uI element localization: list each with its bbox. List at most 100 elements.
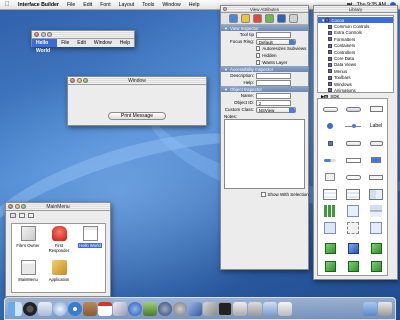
minimize-button[interactable] (40, 32, 46, 37)
push-button-object[interactable] (320, 102, 340, 116)
folder-icon[interactable] (363, 301, 377, 316)
library-titlebar[interactable]: Library (314, 6, 397, 13)
xcode-icon[interactable] (188, 301, 202, 316)
icon-view-button[interactable] (10, 213, 16, 218)
menu-font[interactable]: Font (96, 2, 114, 8)
dictionary-controller-object[interactable] (320, 259, 340, 273)
doc-item-files-owner[interactable]: File's Owner (14, 226, 42, 256)
terminal-icon[interactable] (218, 301, 232, 316)
table-view-object[interactable] (320, 187, 340, 201)
system-preferences-icon[interactable] (173, 301, 187, 316)
outline-view-object[interactable] (343, 187, 363, 201)
browser-object[interactable] (366, 187, 386, 201)
close-button[interactable] (34, 32, 39, 37)
autoresizes-checkbox[interactable]: Autoresizes Subviews (255, 46, 306, 51)
tree-controller-object[interactable] (366, 241, 386, 255)
box-object[interactable] (320, 170, 340, 184)
effects-tab-icon[interactable] (241, 14, 250, 23)
message-window-titlebar[interactable]: Window (68, 77, 206, 85)
zoom-button[interactable] (47, 32, 52, 37)
scroll-view-object[interactable] (366, 221, 386, 235)
attributes-tab-icon[interactable] (229, 14, 238, 23)
close-button[interactable] (223, 7, 227, 11)
doc-item-application[interactable]: Application (45, 260, 73, 290)
close-button[interactable] (70, 78, 75, 83)
custom-view-object[interactable] (343, 221, 363, 235)
zoom-button[interactable] (83, 78, 88, 83)
trash-icon[interactable] (378, 301, 392, 316)
search-field-object[interactable] (343, 170, 363, 184)
safari-icon[interactable] (68, 301, 82, 316)
zoom-button[interactable] (21, 204, 26, 209)
menu-item-hello-world[interactable]: Hello World (32, 39, 58, 54)
name-field[interactable] (255, 92, 291, 99)
object-id-field[interactable]: 2 (255, 99, 291, 106)
label-object[interactable]: Label (366, 119, 386, 133)
doc-item-mainmenu[interactable]: MainMenu (14, 260, 42, 290)
rounded-button-object[interactable] (343, 102, 363, 116)
doc-item-hello-world[interactable]: Hello World (76, 226, 104, 256)
hidden-checkbox[interactable]: Hidden (255, 53, 277, 58)
date-picker-object[interactable] (366, 170, 386, 184)
menu-item-window[interactable]: Window (90, 40, 116, 46)
menu-edit[interactable]: Edit (79, 2, 96, 8)
menu-file[interactable]: File (63, 2, 79, 8)
interface-builder-icon[interactable] (203, 301, 217, 316)
itunes-icon[interactable] (128, 301, 142, 316)
menu-item-edit[interactable]: Edit (73, 40, 90, 46)
round-button-object[interactable] (320, 119, 340, 133)
menu-tools[interactable]: Tools (138, 2, 158, 8)
list-view-button[interactable] (19, 213, 25, 218)
address-book-icon[interactable] (83, 301, 97, 316)
minimize-button[interactable] (14, 204, 20, 209)
focus-ring-popup[interactable]: Default (255, 38, 296, 45)
checkbox-object[interactable] (320, 136, 340, 150)
wants-layer-checkbox[interactable]: Wants Layer (255, 60, 287, 65)
collection-view-object[interactable] (320, 204, 340, 218)
tool-tip-field[interactable] (255, 31, 291, 38)
text-field-object[interactable] (343, 153, 363, 167)
column-view-button[interactable] (28, 213, 34, 218)
split-view-object[interactable] (366, 204, 386, 218)
managed-object-context-object[interactable] (366, 259, 386, 273)
tab-view-object[interactable] (320, 221, 340, 235)
ical-icon[interactable] (98, 301, 112, 316)
popup-button-object[interactable] (343, 136, 363, 150)
ichat-icon[interactable] (53, 301, 67, 316)
menu-item-file[interactable]: File (57, 40, 73, 46)
stepper-object[interactable] (366, 136, 386, 150)
slider-object[interactable] (343, 119, 363, 133)
show-with-selection-checkbox[interactable]: Show With Selection (261, 192, 309, 197)
app-icon[interactable] (263, 301, 277, 316)
inspector-titlebar[interactable]: View Attributes (221, 6, 308, 13)
app-menu[interactable]: Interface Builder (14, 2, 63, 8)
bindings-tab-icon[interactable] (277, 14, 286, 23)
help-field[interactable] (255, 79, 291, 86)
menu-item-help[interactable]: Help (116, 40, 134, 46)
mail-icon[interactable] (38, 301, 52, 316)
menu-layout[interactable]: Layout (115, 2, 139, 8)
menu-help[interactable]: Help (185, 2, 204, 8)
preview-icon[interactable] (113, 301, 127, 316)
menu-editor-titlebar[interactable] (32, 31, 134, 39)
document-titlebar[interactable]: MainMenu (6, 203, 110, 211)
connections-tab-icon[interactable] (265, 14, 274, 23)
array-controller-object[interactable] (343, 241, 363, 255)
custom-class-combo[interactable]: NSView (255, 106, 296, 113)
notes-textarea[interactable] (224, 119, 305, 189)
size-tab-icon[interactable] (253, 14, 262, 23)
image-view-object[interactable] (343, 204, 363, 218)
apple-menu-icon[interactable]:  (0, 1, 14, 8)
print-message-button[interactable]: Print Message (108, 112, 166, 120)
quicktime-icon[interactable] (158, 301, 172, 316)
menu-window[interactable]: Window (158, 2, 184, 8)
progress-spinner-object[interactable] (320, 153, 340, 167)
dashboard-icon[interactable] (23, 301, 37, 316)
user-defaults-controller-object[interactable] (343, 259, 363, 273)
doc-item-first-responder[interactable]: First Responder (45, 226, 73, 256)
identity-tab-icon[interactable] (289, 14, 298, 23)
iphoto-icon[interactable] (143, 301, 157, 316)
close-button[interactable] (8, 204, 13, 209)
app-icon[interactable] (248, 301, 262, 316)
square-button-object[interactable] (366, 102, 386, 116)
